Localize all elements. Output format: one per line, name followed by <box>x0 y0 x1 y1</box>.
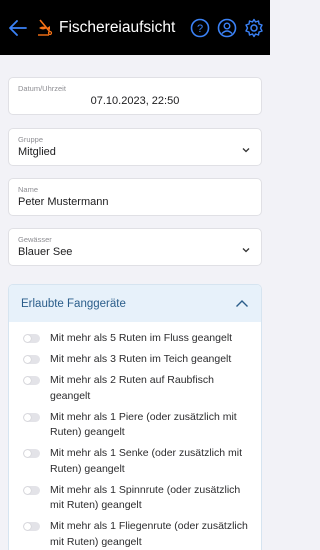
gear-item-label: Mit mehr als 1 Fliegenrute (oder zusätzl… <box>50 520 248 548</box>
settings-icon[interactable] <box>243 17 264 38</box>
fishing-icon <box>36 18 54 38</box>
water-value: Blauer See <box>18 246 73 258</box>
chevron-down-icon <box>241 242 251 253</box>
gear-list: Mit mehr als 5 Ruten im Fluss geangelt M… <box>9 322 261 550</box>
group-select[interactable]: Gruppe Mitglied <box>8 128 262 166</box>
gear-toggle[interactable] <box>23 522 40 531</box>
datetime-label: Datum/Uhrzeit <box>18 84 66 93</box>
app-header: Fischereiaufsicht ? <box>0 0 270 55</box>
datetime-value: 07.10.2023, 22:50 <box>90 95 180 107</box>
header-title-group: Fischereiaufsicht <box>36 18 189 38</box>
gear-item-label: Mit mehr als 1 Piere (oder zusätzlich mi… <box>50 410 237 439</box>
gear-toggle[interactable] <box>23 355 40 364</box>
gear-toggle[interactable] <box>23 334 40 343</box>
gear-toggle[interactable] <box>23 412 40 422</box>
name-label: Name <box>18 185 39 194</box>
datetime-field[interactable]: Datum/Uhrzeit 07.10.2023, 22:50 <box>8 77 262 115</box>
name-field[interactable]: Name Peter Mustermann <box>8 178 262 216</box>
help-icon[interactable]: ? <box>189 17 210 38</box>
gear-item: Mit mehr als 2 Ruten auf Raubfisch geang… <box>23 373 251 404</box>
allowed-gear-section: Erlaubte Fanggeräte Mit mehr als 5 Ruten… <box>8 284 262 550</box>
allowed-gear-title: Erlaubte Fanggeräte <box>21 297 126 310</box>
arrow-left-icon[interactable] <box>6 16 30 40</box>
svg-text:?: ? <box>196 23 202 35</box>
allowed-gear-header[interactable]: Erlaubte Fanggeräte <box>9 285 261 322</box>
gear-item-label: Mit mehr als 2 Ruten auf Raubfisch geang… <box>50 374 214 402</box>
water-select[interactable]: Gewässer Blauer See <box>8 228 262 266</box>
gear-item: Mit mehr als 1 Piere (oder zusätzlich mi… <box>23 410 251 441</box>
gear-item-label: Mit mehr als 1 Spinnrute (oder zusätzlic… <box>50 483 241 512</box>
chevron-down-icon <box>241 142 251 153</box>
gear-item: Mit mehr als 5 Ruten im Fluss geangelt <box>23 331 251 347</box>
gear-toggle[interactable] <box>23 449 40 458</box>
group-value: Mitglied <box>18 146 56 158</box>
header-actions: ? <box>189 17 264 38</box>
gear-toggle[interactable] <box>23 376 40 385</box>
gear-toggle[interactable] <box>23 485 40 495</box>
gear-item: Mit mehr als 1 Fliegenrute (oder zusätzl… <box>23 519 251 550</box>
page-title: Fischereiaufsicht <box>59 18 176 36</box>
gear-item: Mit mehr als 1 Spinnrute (oder zusätzlic… <box>23 483 251 514</box>
group-label: Gruppe <box>18 135 44 144</box>
form-content: Datum/Uhrzeit 07.10.2023, 22:50 Gruppe M… <box>0 55 270 550</box>
gear-item-label: Mit mehr als 5 Ruten im Fluss geangelt <box>50 332 233 344</box>
gear-item: Mit mehr als 3 Ruten im Teich geangelt <box>23 352 251 368</box>
chevron-up-icon[interactable] <box>235 299 249 309</box>
gear-item: Mit mehr als 1 Senke (oder zusätzlich mi… <box>23 446 251 477</box>
name-value: Peter Mustermann <box>18 196 109 208</box>
gear-item-label: Mit mehr als 3 Ruten im Teich geangelt <box>50 353 232 365</box>
account-icon[interactable] <box>216 17 237 38</box>
gear-item-label: Mit mehr als 1 Senke (oder zusätzlich mi… <box>50 447 242 475</box>
water-label: Gewässer <box>18 235 52 244</box>
